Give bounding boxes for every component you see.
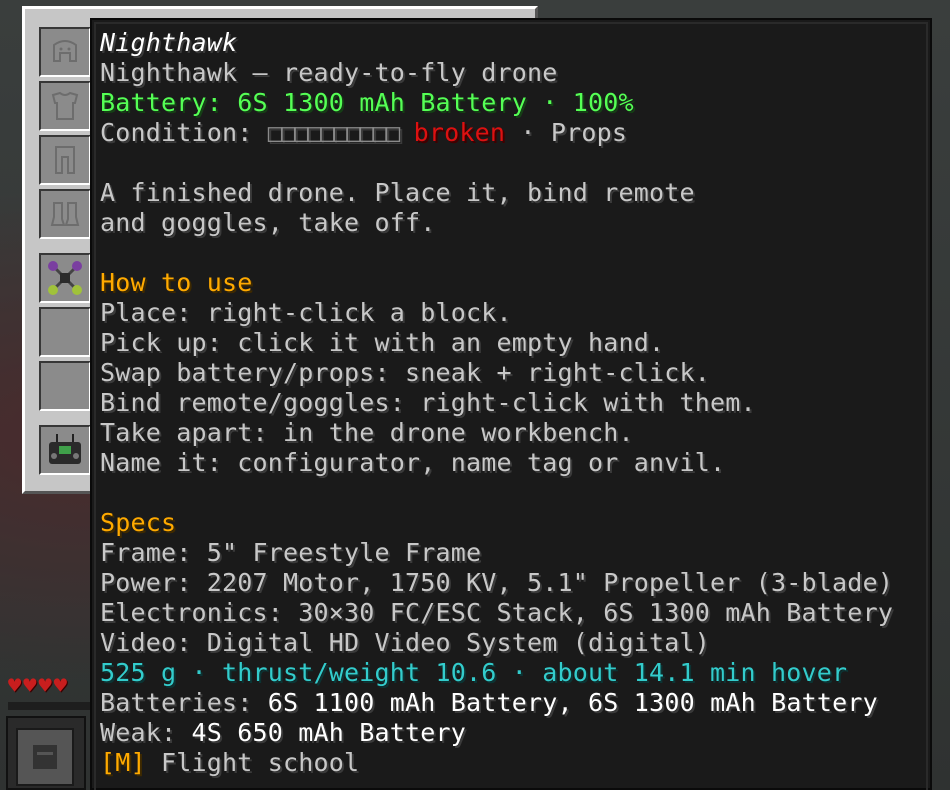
how-to-use-line: Pick up: click it with an empty hand. (100, 328, 665, 357)
heart-icon: ♥ (53, 674, 67, 699)
leggings-armor-slot[interactable] (39, 135, 91, 185)
how-to-use-line: Bind remote/goggles: right-click with th… (100, 388, 756, 417)
how-to-use-heading: How to use (100, 268, 253, 297)
health-bar: ♥ ♥ ♥ ♥ (8, 676, 67, 698)
how-to-use-line: Name it: configurator, name tag or anvil… (100, 448, 726, 477)
battery-status: Battery: 6S 1300 mAh Battery · 100% (100, 88, 634, 117)
block-item-icon (33, 745, 57, 769)
condition-label: Condition: (100, 118, 253, 147)
spec-line: Power: 2207 Motor, 1750 KV, 5.1" Propell… (100, 568, 894, 597)
description-line: A finished drone. Place it, bind remote (100, 178, 695, 207)
boots-slot-icon (50, 202, 80, 226)
performance-line: 525 g · thrust/weight 10.6 · about 14.1 … (100, 658, 848, 687)
item-tooltip: Nighthawk Nighthawk — ready-to-fly drone… (90, 18, 932, 790)
keybind-line: [M] Flight school (100, 748, 893, 778)
hotbar (6, 716, 86, 790)
weak-value: 4S 650 mAh Battery (191, 718, 467, 747)
hotbar-slot-selected[interactable] (16, 728, 74, 786)
tooltip-subtitle: Nighthawk — ready-to-fly drone (100, 58, 558, 87)
specs-heading: Specs (100, 508, 177, 537)
helmet-slot-icon (53, 40, 77, 62)
tooltip-lines: Nighthawk Nighthawk — ready-to-fly drone… (100, 28, 893, 778)
leggings-slot-icon (55, 146, 75, 174)
inventory-slot-remote[interactable] (39, 425, 91, 475)
condition-line: Condition: □□□□□□□□□□ broken · Props (100, 118, 893, 148)
helmet-armor-slot[interactable] (39, 27, 91, 77)
batteries-value: 6S 1100 mAh Battery, 6S 1300 mAh Battery (267, 688, 878, 717)
weak-label: Weak: (100, 718, 177, 747)
keybind-action: Flight school (161, 748, 360, 777)
weak-line: Weak: 4S 650 mAh Battery (100, 718, 893, 748)
remote-controller-icon (49, 434, 81, 464)
drone-item-icon (48, 261, 82, 295)
offhand-slot-drone[interactable] (39, 253, 91, 303)
description-line: and goggles, take off. (100, 208, 436, 237)
how-to-use-line: Take apart: in the drone workbench. (100, 418, 634, 447)
heart-icon: ♥ (38, 674, 52, 699)
boots-armor-slot[interactable] (39, 189, 91, 239)
spec-line: Video: Digital HD Video System (digital) (100, 628, 711, 657)
keybind-key: [M] (100, 748, 146, 777)
inventory-slot-empty[interactable] (39, 361, 91, 411)
heart-icon: ♥ (8, 674, 22, 699)
tooltip-title: Nighthawk (100, 28, 238, 57)
condition-bar: □□□□□□□□□□ (267, 118, 401, 147)
chestplate-slot-icon (51, 91, 79, 120)
batteries-label: Batteries: (100, 688, 253, 717)
spec-line: Electronics: 30×30 FC/ESC Stack, 6S 1300… (100, 598, 894, 627)
how-to-use-line: Place: right-click a block. (100, 298, 512, 327)
experience-bar (8, 702, 90, 710)
condition-suffix: · Props (520, 118, 628, 147)
condition-status: broken (413, 118, 506, 147)
batteries-line: Batteries: 6S 1100 mAh Battery, 6S 1300 … (100, 688, 893, 718)
how-to-use-line: Swap battery/props: sneak + right-click. (100, 358, 711, 387)
chestplate-armor-slot[interactable] (39, 81, 91, 131)
inventory-slot-empty[interactable] (39, 307, 91, 357)
spec-line: Frame: 5" Freestyle Frame (100, 538, 482, 567)
heart-icon: ♥ (23, 674, 37, 699)
